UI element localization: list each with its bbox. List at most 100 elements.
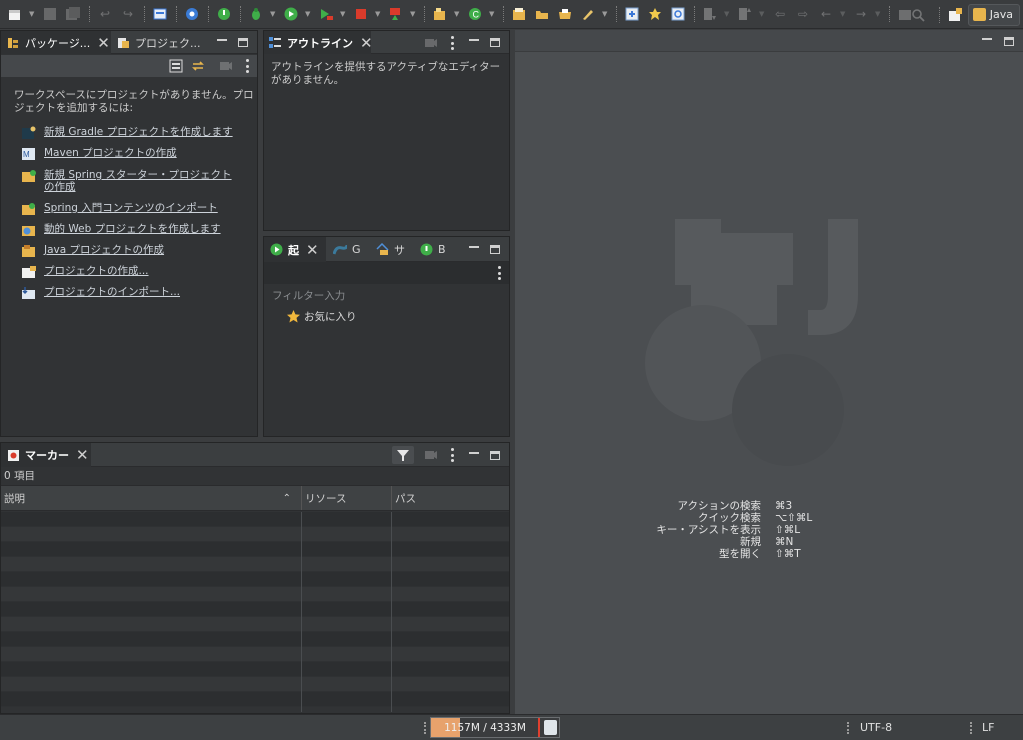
external-tools-dropdown-icon[interactable]: ▼ [410, 10, 416, 18]
close-icon[interactable]: ✕ [306, 241, 319, 259]
column-path[interactable]: パス [391, 486, 509, 510]
filter-icon[interactable] [392, 446, 414, 464]
toggle-breadcrumb-icon[interactable] [623, 5, 641, 23]
pen-dropdown-icon[interactable]: ▼ [602, 10, 608, 18]
table-row[interactable] [1, 632, 509, 647]
redo-icon[interactable]: ↪ [119, 5, 137, 23]
table-row[interactable] [1, 512, 509, 527]
create-project-link[interactable]: プロジェクトの作成... [21, 265, 240, 279]
table-row[interactable] [1, 527, 509, 542]
table-row[interactable] [1, 662, 509, 677]
minimize-button[interactable] [980, 30, 994, 52]
maximize-button[interactable] [488, 31, 502, 54]
mark-occurrences-icon[interactable] [646, 5, 664, 23]
new-class-dropdown-icon[interactable]: ▼ [489, 10, 495, 18]
filter-input[interactable]: フィルター入力 [272, 288, 345, 303]
open-type-icon[interactable] [510, 5, 528, 23]
column-resource[interactable]: リソース [301, 486, 391, 510]
maximize-button[interactable] [1002, 30, 1016, 52]
run-dropdown-icon[interactable]: ▼ [305, 10, 311, 18]
create-gradle-project-link[interactable]: 新規 Gradle プロジェクトを作成します [21, 126, 240, 140]
view-menu-icon[interactable] [244, 59, 250, 73]
next-annotation-dropdown-icon[interactable]: ▼ [724, 10, 730, 18]
view-menu-icon[interactable] [496, 266, 502, 280]
undo-icon[interactable]: ↩ [96, 5, 114, 23]
create-maven-project-link[interactable]: M Maven プロジェクトの作成 [21, 147, 240, 161]
import-spring-content-link[interactable]: Spring 入門コンテンツのインポート [21, 202, 240, 216]
heap-status[interactable]: 1157M / 4333M [430, 717, 560, 738]
column-description[interactable]: 説明 ⌃ [1, 486, 301, 510]
open-folder-icon[interactable] [533, 5, 551, 23]
minimize-button[interactable] [467, 443, 481, 467]
search-icon[interactable] [909, 6, 927, 24]
prev-annotation-dropdown-icon[interactable]: ▼ [759, 10, 765, 18]
focus-on-task-icon[interactable] [422, 34, 440, 52]
back-icon[interactable]: ← [817, 5, 835, 23]
coverage-dropdown-icon[interactable]: ▼ [340, 10, 346, 18]
focus-on-task-icon[interactable] [217, 57, 235, 75]
prev-annotation-icon[interactable] [736, 5, 754, 23]
create-spring-starter-link[interactable]: 新規 Spring スターター・プロジェクトの作成 [21, 169, 240, 193]
stop-dropdown-icon[interactable]: ▼ [375, 10, 381, 18]
close-icon[interactable]: ✕ [360, 34, 373, 52]
external-tools-icon[interactable] [387, 5, 405, 23]
import-project-link[interactable]: プロジェクトのインポート... [21, 286, 240, 300]
tab-gradle[interactable]: G [328, 237, 368, 262]
minimize-button[interactable] [467, 31, 481, 54]
debug-dropdown-icon[interactable]: ▼ [270, 10, 276, 18]
table-row[interactable] [1, 617, 509, 632]
maximize-button[interactable] [488, 237, 502, 262]
tab-boot-dashboard[interactable]: 起 ✕ [264, 237, 326, 262]
table-row[interactable] [1, 692, 509, 707]
maximize-button[interactable] [488, 443, 502, 467]
table-row[interactable] [1, 677, 509, 692]
line-delimiter-indicator[interactable]: LF [982, 715, 994, 740]
new-dropdown-icon[interactable]: ▼ [29, 10, 35, 18]
tab-markers[interactable]: マーカー ✕ [1, 443, 91, 467]
pen-icon[interactable] [579, 5, 597, 23]
table-row[interactable] [1, 572, 509, 587]
run-icon[interactable] [282, 5, 300, 23]
open-task-icon[interactable] [556, 5, 574, 23]
minimize-button[interactable] [215, 31, 229, 54]
spring-boot-icon[interactable] [215, 5, 233, 23]
new-java-class-icon[interactable]: C [466, 5, 484, 23]
minimize-button[interactable] [467, 237, 481, 262]
tab-project-explorer[interactable]: プロジェク... [111, 31, 205, 54]
create-dynamic-web-project-link[interactable]: 動的 Web プロジェクトを作成します [21, 223, 240, 237]
new-icon[interactable] [6, 5, 24, 23]
forward-dropdown-icon[interactable]: ▼ [875, 10, 881, 18]
favorites-item[interactable]: お気に入り [286, 309, 357, 324]
table-row[interactable] [1, 587, 509, 602]
collapse-all-icon[interactable] [167, 57, 185, 75]
java-perspective-button[interactable]: Java [967, 3, 1020, 26]
refresh-icon[interactable] [669, 5, 687, 23]
maximize-button[interactable] [236, 31, 250, 54]
table-row[interactable] [1, 542, 509, 557]
debug-icon[interactable] [247, 5, 265, 23]
open-perspective-icon[interactable] [946, 6, 964, 24]
close-icon[interactable]: ✕ [97, 34, 110, 52]
save-icon[interactable] [41, 5, 59, 23]
tab-servers[interactable]: サ [370, 237, 412, 262]
tab-boot[interactable]: B [414, 237, 456, 262]
forward-icon[interactable]: → [852, 5, 870, 23]
gear-icon[interactable] [183, 5, 201, 23]
link-with-editor-icon[interactable] [189, 57, 207, 75]
stop-icon[interactable] [352, 5, 370, 23]
close-icon[interactable]: ✕ [76, 446, 89, 464]
table-row[interactable] [1, 602, 509, 617]
new-package-dropdown-icon[interactable]: ▼ [454, 10, 460, 18]
view-menu-icon[interactable] [449, 36, 455, 50]
new-java-package-icon[interactable] [431, 5, 449, 23]
next-annotation-icon[interactable] [701, 5, 719, 23]
back-dropdown-icon[interactable]: ▼ [840, 10, 846, 18]
forward-location-icon[interactable]: ⇨ [794, 5, 812, 23]
save-all-icon[interactable] [64, 5, 82, 23]
terminal-icon[interactable] [151, 5, 169, 23]
table-row[interactable] [1, 557, 509, 572]
tab-package-explorer[interactable]: パッケージ... ✕ [1, 31, 111, 54]
create-java-project-link[interactable]: Java プロジェクトの作成 [21, 244, 240, 258]
encoding-indicator[interactable]: UTF-8 [860, 715, 892, 740]
tab-outline[interactable]: アウトライン ✕ [264, 31, 373, 54]
